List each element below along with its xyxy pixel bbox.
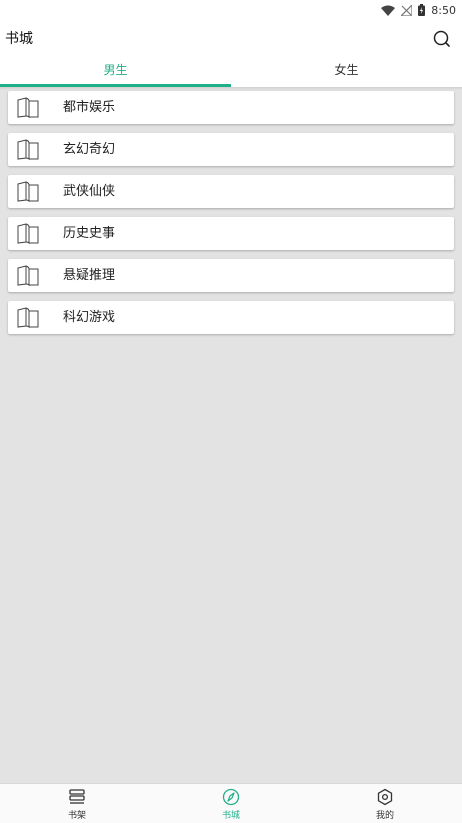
nav-bookstore-label: 书城: [221, 811, 240, 821]
category-item[interactable]: 历史史事: [8, 217, 454, 250]
top-bar: 8:50 书城 男生 女生: [0, 0, 462, 88]
category-label: 都市娱乐: [63, 100, 116, 115]
tab-male[interactable]: 男生: [0, 56, 231, 87]
nav-bookshelf[interactable]: 书架: [0, 784, 154, 823]
category-label: 历史史事: [63, 226, 116, 241]
nav-mine[interactable]: 我的: [308, 784, 462, 823]
book-icon: [17, 307, 39, 328]
nav-bookshelf-label: 书架: [67, 811, 86, 821]
book-icon: [17, 181, 39, 202]
page-title: 书城: [5, 31, 33, 47]
app-bar: 书城: [0, 22, 462, 54]
tab-female-label: 女生: [334, 63, 359, 77]
category-label: 科幻游戏: [63, 310, 116, 325]
category-list: 都市娱乐 玄幻奇幻 武侠仙侠 历史史事 悬疑推理 科幻游戏: [8, 91, 454, 343]
tab-male-label: 男生: [103, 63, 128, 77]
search-icon: [433, 30, 450, 47]
book-icon: [17, 97, 39, 118]
profile-hexagon-icon: [377, 788, 393, 806]
no-signal-icon: [401, 4, 413, 16]
book-icon: [17, 223, 39, 244]
category-item[interactable]: 玄幻奇幻: [8, 133, 454, 166]
divider: [0, 87, 462, 90]
book-icon: [17, 265, 39, 286]
compass-icon: [222, 788, 240, 806]
category-item[interactable]: 武侠仙侠: [8, 175, 454, 208]
nav-bookstore[interactable]: 书城: [154, 784, 308, 823]
category-label: 武侠仙侠: [63, 184, 116, 199]
book-icon: [17, 139, 39, 160]
nav-mine-label: 我的: [375, 811, 394, 821]
category-label: 玄幻奇幻: [63, 142, 116, 157]
battery-icon: [418, 4, 426, 16]
wifi-icon: [381, 5, 396, 16]
category-item[interactable]: 都市娱乐: [8, 91, 454, 124]
tab-female[interactable]: 女生: [231, 56, 462, 87]
status-time: 8:50: [431, 3, 456, 17]
category-item[interactable]: 悬疑推理: [8, 259, 454, 292]
bookshelf-icon: [69, 789, 85, 804]
status-bar: 8:50: [381, 2, 456, 18]
gender-tabs: 男生 女生: [0, 56, 462, 88]
search-button[interactable]: [432, 29, 452, 49]
bottom-nav: 书架 书城 我的: [0, 783, 462, 823]
category-label: 悬疑推理: [63, 268, 116, 283]
category-item[interactable]: 科幻游戏: [8, 301, 454, 334]
